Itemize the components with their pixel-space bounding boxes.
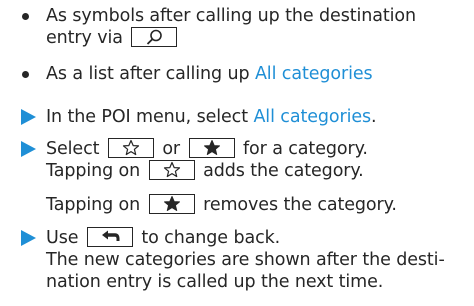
step-3-line3-text: nation entry is called up the next time. bbox=[46, 272, 384, 292]
step-2-removes-prefix: Tapping on bbox=[46, 195, 141, 215]
star-filled-icon bbox=[148, 194, 195, 214]
star-filled-icon bbox=[188, 138, 235, 158]
step-arrow-icon bbox=[21, 230, 36, 246]
step-2-select-text: Select bbox=[46, 139, 100, 159]
step-3-suffix-text: to change back. bbox=[141, 228, 281, 248]
bullet-symbols-entry-text: entry via bbox=[46, 28, 123, 48]
step-2-suffix-text: for a category. bbox=[242, 139, 368, 159]
step-1-text: In the POI menu, select bbox=[46, 107, 248, 127]
step-arrow-icon bbox=[21, 109, 36, 125]
bullet-dot-icon bbox=[22, 71, 29, 78]
step-2-removes-suffix: removes the category. bbox=[203, 195, 397, 215]
step-3-use-text: Use bbox=[46, 228, 79, 248]
step-1-period: . bbox=[371, 107, 377, 127]
step-2-or-text: or bbox=[162, 139, 181, 159]
manual-page: As symbols after calling up the destinat… bbox=[0, 0, 474, 306]
step-3-line2-text: The new categories are shown after the d… bbox=[46, 250, 445, 270]
bullet-list-text: As a list after calling up bbox=[46, 64, 250, 84]
step-2-adds-suffix: adds the category. bbox=[203, 161, 364, 181]
all-categories-link[interactable]: All categories bbox=[253, 107, 371, 127]
star-outline-icon bbox=[107, 138, 154, 158]
bullet-symbols-text: As symbols after calling up the destinat… bbox=[46, 6, 416, 26]
back-arrow-icon bbox=[86, 227, 133, 247]
star-outline-icon bbox=[148, 160, 195, 180]
step-arrow-icon bbox=[21, 141, 36, 157]
step-2-adds-prefix: Tapping on bbox=[46, 161, 141, 181]
magnifier-icon bbox=[131, 27, 178, 47]
bullet-dot-icon bbox=[22, 13, 29, 20]
all-categories-link[interactable]: All categories bbox=[255, 64, 373, 84]
